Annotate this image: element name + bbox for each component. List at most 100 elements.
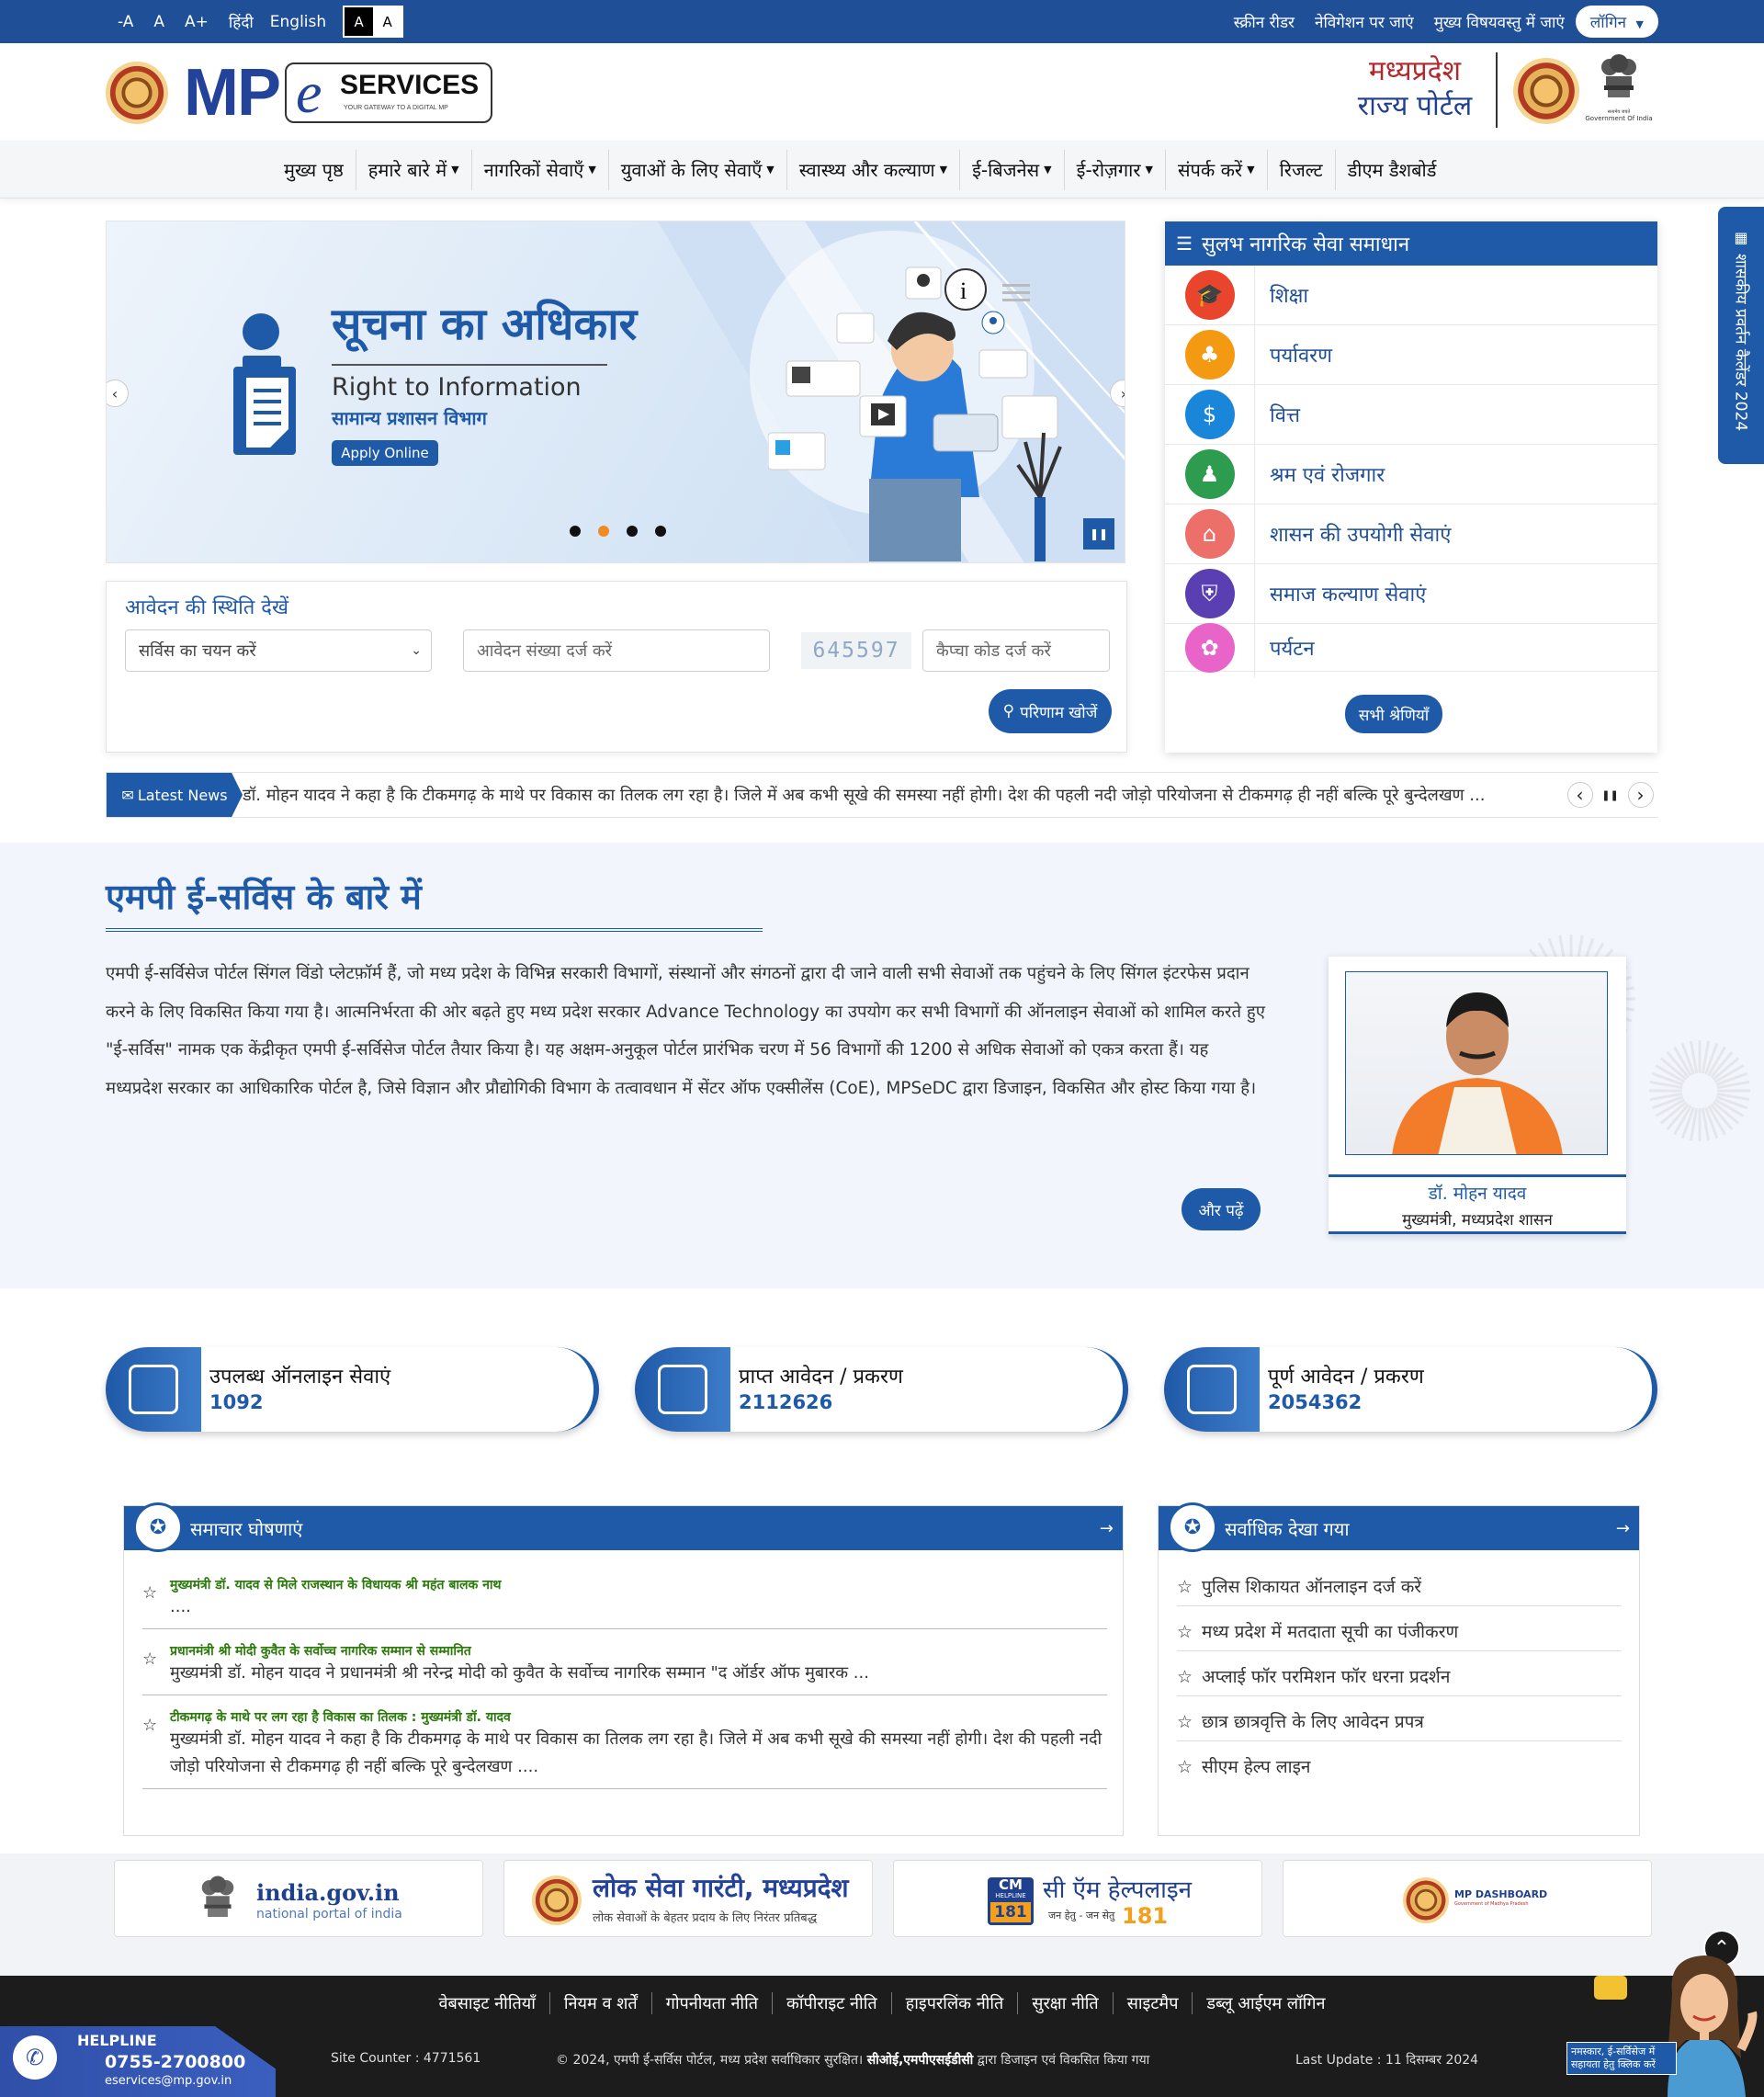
cm-helpline-number: 181 <box>1122 1903 1169 1929</box>
ticker-next-button[interactable]: › <box>1627 782 1654 808</box>
carousel-dot[interactable] <box>627 526 638 537</box>
mp-eservices-logo[interactable]: MP e SERVICES YOUR GATEWAY TO A DIGITAL … <box>184 60 492 126</box>
category-item[interactable]: $ वित्त <box>1165 384 1657 445</box>
graduation-cap-icon: 🎓 <box>1184 270 1235 320</box>
nav-item[interactable]: हमारे बारे में ▼ <box>356 149 472 190</box>
banner-title-hindi: सूचना का अधिकार <box>332 299 638 350</box>
lang-hindi-link[interactable]: हिंदी <box>229 11 254 32</box>
category-item[interactable]: 🎓 शिक्षा <box>1165 265 1657 325</box>
nav-item[interactable]: स्वास्थ्य और कल्याण ▼ <box>787 149 961 190</box>
nav-item[interactable]: रिजल्ट <box>1268 149 1336 190</box>
hero-carousel: सूचना का अधिकार Right to Information साम… <box>106 221 1125 563</box>
carousel-pause-button[interactable]: ❚❚ <box>1083 518 1114 550</box>
search-results-button[interactable]: ⚲ परिणाम खोजें <box>989 689 1112 733</box>
contrast-toggle: A A <box>343 6 404 38</box>
captcha-placeholder: कैप्चा कोड दर्ज करें <box>936 641 1051 661</box>
footer-link[interactable]: हाइपरलिंक नीति <box>892 1992 1019 2014</box>
mp-dashboard-logo-card[interactable]: MP DASHBOARD Government of Madhya Prades… <box>1283 1860 1652 1937</box>
copyright-text: © 2024, एमपी ई-सर्विस पोर्टल, मध्य प्रदे… <box>556 2051 1149 2069</box>
chief-minister-info: डॉ. मोहन यादव मुख्यमंत्री, मध्यप्रदेश शा… <box>1329 1177 1626 1234</box>
lok-seva-guarantee-logo-card[interactable]: लोक सेवा गारंटी, मध्यप्रदेश लोक सेवाओं क… <box>503 1860 873 1937</box>
nav-item[interactable]: युवाओं के लिए सेवाएँ ▼ <box>609 149 787 190</box>
read-more-button[interactable]: और पढ़ें <box>1182 1188 1261 1230</box>
goi-label: Government Of India <box>1585 115 1653 122</box>
footer-link[interactable]: सुरक्षा नीति <box>1018 1992 1114 2014</box>
state-portal-logo[interactable]: मध्यप्रदेश राज्य पोर्टल <box>1346 54 1484 124</box>
india-gov-logo-card[interactable]: india.gov.in national portal of india <box>114 1860 483 1937</box>
announcement-item[interactable]: ☆ प्रधानमंत्री श्री मोदी कुवैत के सर्वोच्… <box>142 1642 1107 1695</box>
service-select[interactable]: सर्विस का चयन करें ⌄ <box>125 629 432 672</box>
skip-content-link[interactable]: मुख्य विषयवस्तु में जाएं <box>1434 11 1565 32</box>
login-button[interactable]: लॉगिन ▼ <box>1575 6 1658 38</box>
most-viewed-item[interactable]: ☆ सीएम हेल्प लाइन <box>1177 1754 1622 1785</box>
most-viewed-item[interactable]: ☆ अप्लाई फॉर परमिशन फॉर धरना प्रदर्शन <box>1177 1664 1622 1696</box>
most-viewed-box: ✪ सर्वाधिक देखा गया → ☆ पुलिस शिकायत ऑनला… <box>1158 1502 1640 1836</box>
footer-link[interactable]: नियम व शर्तें <box>550 1992 652 2014</box>
calendar-tab-label: शासकीय प्रवर्तन कैलेंडर 2024 <box>1731 254 1750 432</box>
most-viewed-item[interactable]: ☆ पुलिस शिकायत ऑनलाइन दर्ज करें <box>1177 1574 1622 1606</box>
nav-item[interactable]: नागरिकों सेवाएँ ▼ <box>472 149 609 190</box>
application-number-input[interactable]: आवेदन संख्या दर्ज करें <box>463 629 770 672</box>
statistic-value: 2112626 <box>739 1391 833 1413</box>
nav-item[interactable]: संपर्क करें ▼ <box>1166 149 1268 190</box>
announcement-item[interactable]: ☆ मुख्यमंत्री डॉ. यादव से मिले राजस्थान क… <box>142 1576 1107 1629</box>
helpline-email[interactable]: eservices@mp.gov.in <box>105 2074 232 2088</box>
skip-navigation-link[interactable]: नेविगेशन पर जाएं <box>1315 11 1414 32</box>
font-decrease-button[interactable]: -A <box>118 13 133 31</box>
worker-icon: ♟ <box>1184 449 1235 499</box>
citizen-services-header: ☰ सुलभ नागरिक सेवा समाधान <box>1165 221 1657 266</box>
lang-english-link[interactable]: English <box>270 13 326 31</box>
footer-link[interactable]: गोपनीयता नीति <box>652 1992 774 2014</box>
contrast-dark-button[interactable]: A <box>345 7 374 36</box>
most-viewed-item[interactable]: ☆ छात्र छात्रवृत्ति के लिए आवेदन प्रपत्र <box>1177 1709 1622 1741</box>
carousel-dot[interactable] <box>570 526 581 537</box>
font-normal-button[interactable]: A <box>153 13 164 31</box>
copyright-org[interactable]: सीओई,एमपीएसईडीसी <box>867 2053 974 2068</box>
category-item[interactable]: ⌂ शासन की उपयोगी सेवाएं <box>1165 504 1657 564</box>
ticker-text[interactable]: डॉ. मोहन यादव ने कहा है कि टीकमगढ़ के मा… <box>243 784 1485 806</box>
footer-link[interactable]: डब्लू आईएम लॉगिन <box>1193 1992 1339 2014</box>
cm-helpline-logo-card[interactable]: CM HELPLINE 181 सी ऍम हेल्पलाइन जन हेतु … <box>893 1860 1262 1937</box>
cm-helpline-badge-icon: CM HELPLINE 181 <box>988 1877 1034 1925</box>
nav-item[interactable]: डीएम डैशबोर्ड <box>1336 150 1449 190</box>
all-categories-button[interactable]: सभी श्रेणियाँ <box>1345 695 1442 733</box>
chevron-down-icon: ▼ <box>451 164 459 176</box>
statistic-value: 2054362 <box>1268 1391 1363 1413</box>
ticker-prev-button[interactable]: ‹ <box>1566 782 1593 808</box>
star-icon: ☆ <box>1177 1577 1193 1597</box>
footer-link[interactable]: कॉपीराइट नीति <box>773 1992 892 2014</box>
statistic-label: प्राप्त आवेदन / प्रकरण <box>739 1366 903 1389</box>
ticker-pause-button[interactable]: ❚❚ <box>1598 782 1623 808</box>
most-viewed-item[interactable]: ☆ मध्य प्रदेश में मतदाता सूची का पंजीकरण <box>1177 1619 1622 1651</box>
nav-item[interactable]: ई-रोज़गार ▼ <box>1065 149 1166 190</box>
font-increase-button[interactable]: A+ <box>185 13 209 31</box>
calendar-side-tab[interactable]: ▦ शासकीय प्रवर्तन कैलेंडर 2024 <box>1718 207 1764 464</box>
contrast-light-button[interactable]: A <box>373 7 402 36</box>
pause-icon: ❚❚ <box>1601 788 1619 801</box>
category-icon-cell: ♣ <box>1165 324 1255 385</box>
carousel-dot[interactable] <box>598 526 609 537</box>
megaphone-icon: ✉ <box>121 786 134 804</box>
footer-link[interactable]: साइटमैप <box>1114 1992 1193 2014</box>
helpline-phone[interactable]: 0755-2700800 <box>105 2052 245 2072</box>
nav-item[interactable]: ई-बिजनेस ▼ <box>960 149 1065 190</box>
mp-state-emblem-icon <box>106 62 168 124</box>
announcement-item[interactable]: ☆ टीकमगढ़ के माथे पर लग रहा है विकास का त… <box>142 1708 1107 1789</box>
carousel-dot[interactable] <box>655 526 666 537</box>
arrow-right-icon[interactable]: → <box>1616 1519 1630 1538</box>
nav-item[interactable]: मुख्य पृष्ठ <box>272 149 356 190</box>
banner-apply-online-button[interactable]: Apply Online <box>332 440 438 466</box>
category-label: वित्त <box>1270 404 1301 427</box>
captcha-input[interactable]: कैप्चा कोड दर्ज करें <box>922 629 1110 672</box>
category-item[interactable]: ♣ पर्यावरण <box>1165 324 1657 385</box>
chatbot-button[interactable]: नमस्कार, ई-सर्विसेज में सहायता हेतु क्लि… <box>1566 1948 1764 2097</box>
category-item[interactable]: ♟ श्रम एवं रोजगार <box>1165 444 1657 504</box>
category-icon-cell: 🎓 <box>1165 265 1255 325</box>
chief-minister-name: डॉ. मोहन यादव <box>1428 1184 1527 1204</box>
footer-link[interactable]: वेबसाइट नीतियाँ <box>424 1992 550 2014</box>
screen-reader-link[interactable]: स्क्रीन रीडर <box>1234 11 1295 32</box>
category-item[interactable]: ✿ पर्यटन <box>1165 618 1657 677</box>
category-item[interactable]: ⛨ समाज कल्याण सेवाएं <box>1165 563 1657 624</box>
arrow-right-icon[interactable]: → <box>1100 1519 1114 1538</box>
lok-seva-title: लोक सेवा गारंटी, मध्यप्रदेश <box>593 1873 849 1903</box>
